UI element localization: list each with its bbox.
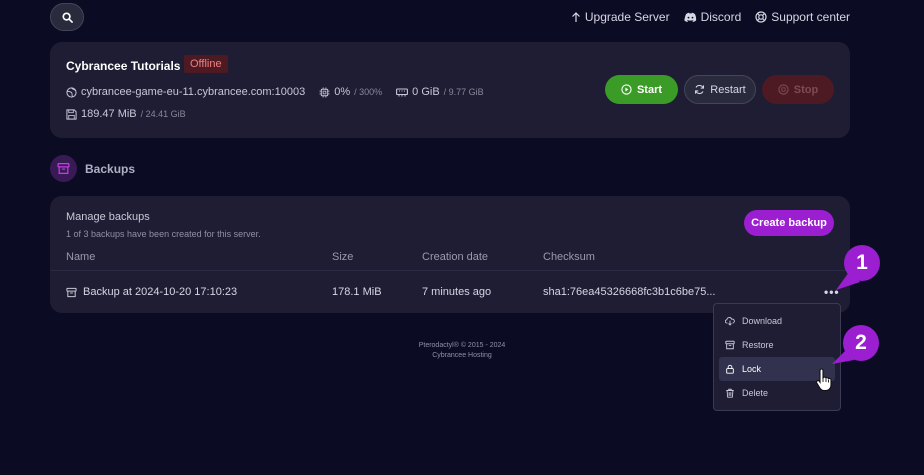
manage-backups-title: Manage backups: [66, 211, 150, 223]
refresh-icon: [695, 84, 705, 95]
manage-backups-subtitle: 1 of 3 backups have been created for thi…: [66, 229, 261, 239]
menu-item-lock-label: Lock: [742, 364, 762, 374]
search-icon: [61, 11, 73, 23]
backups-card: Manage backups 1 of 3 backups have been …: [50, 196, 850, 313]
disk-value: 189.47 MiB: [81, 108, 137, 120]
create-backup-button[interactable]: Create backup: [744, 210, 834, 236]
stop-label: Stop: [793, 83, 819, 96]
archive-icon: [57, 163, 70, 174]
support-center-label: Support center: [771, 10, 850, 24]
cpu-usage: 0% / 300%: [319, 86, 382, 98]
server-card: Cybrancee Tutorials Offline cybrancee-ga…: [50, 42, 850, 138]
column-header-checksum: Checksum: [543, 251, 595, 263]
menu-item-download[interactable]: Download: [719, 309, 835, 333]
floppy-disk-icon: [66, 108, 77, 120]
memory-limit: / 9.77 GiB: [443, 87, 484, 97]
backup-name: Backup at 2024-10-20 17:10:23: [83, 286, 238, 298]
start-button[interactable]: Start: [605, 75, 678, 104]
archive-section-icon: [50, 155, 77, 182]
menu-item-download-label: Download: [742, 316, 783, 326]
globe-icon: [66, 86, 77, 98]
server-name: Cybrancee Tutorials: [66, 59, 181, 73]
backups-section-title: Backups: [85, 161, 136, 176]
lifebuoy-icon: [755, 11, 767, 23]
play-circle-icon: [621, 84, 632, 95]
cpu-value: 0%: [334, 86, 351, 98]
search-button[interactable]: [50, 3, 84, 31]
memory-usage: 0 GiB / 9.77 GiB: [396, 86, 484, 98]
disk-usage: 189.47 MiB / 24.41 GiB: [66, 108, 186, 120]
hand-cursor-icon: [815, 368, 832, 392]
memory-icon: [396, 88, 409, 97]
callout-badge-1: 1: [844, 245, 880, 281]
stop-button[interactable]: Stop: [762, 75, 834, 104]
archive-icon: [66, 287, 77, 297]
cpu-icon: [319, 86, 330, 98]
stop-circle-icon: [778, 84, 789, 95]
server-address-value: cybrancee-game-eu-11.cybrancee.com:10003: [81, 86, 306, 98]
discord-link[interactable]: Discord: [683, 10, 742, 24]
backup-checksum: sha1:76ea45326668fc3b1c6be75...: [543, 286, 716, 298]
upgrade-server-label: Upgrade Server: [584, 10, 670, 24]
backup-size: 178.1 MiB: [332, 286, 382, 298]
menu-item-restore[interactable]: Restore: [719, 333, 835, 357]
table-divider: [50, 270, 850, 271]
top-navigation: Upgrade Server Discord Support center: [571, 10, 850, 24]
support-center-link[interactable]: Support center: [755, 10, 850, 24]
server-address: cybrancee-game-eu-11.cybrancee.com:10003: [66, 86, 305, 98]
restart-label: Restart: [710, 83, 746, 96]
restart-button[interactable]: Restart: [684, 75, 756, 104]
lock-icon: [726, 364, 734, 374]
cpu-limit: / 300%: [354, 87, 383, 97]
disk-limit: / 24.41 GiB: [140, 109, 186, 119]
menu-item-delete-label: Delete: [742, 388, 769, 398]
upgrade-server-link[interactable]: Upgrade Server: [571, 10, 670, 24]
column-header-size: Size: [332, 251, 354, 263]
arrow-up-icon: [571, 12, 580, 22]
discord-label: Discord: [700, 10, 742, 24]
column-header-date: Creation date: [422, 251, 489, 263]
backup-date: 7 minutes ago: [422, 286, 492, 298]
cloud-download-icon: [725, 317, 735, 326]
menu-item-restore-label: Restore: [742, 340, 774, 350]
memory-value: 0 GiB: [412, 86, 440, 98]
status-badge: Offline: [184, 55, 228, 73]
backup-name-cell: Backup at 2024-10-20 17:10:23: [66, 286, 237, 298]
discord-icon: [683, 12, 696, 22]
start-label: Start: [636, 83, 663, 96]
column-header-name: Name: [66, 251, 96, 263]
callout-badge-2: 2: [843, 325, 879, 361]
backups-section-header: Backups: [50, 155, 135, 182]
server-stats: cybrancee-game-eu-11.cybrancee.com:10003…: [66, 86, 484, 98]
archive-icon: [725, 340, 735, 350]
trash-icon: [726, 388, 734, 398]
